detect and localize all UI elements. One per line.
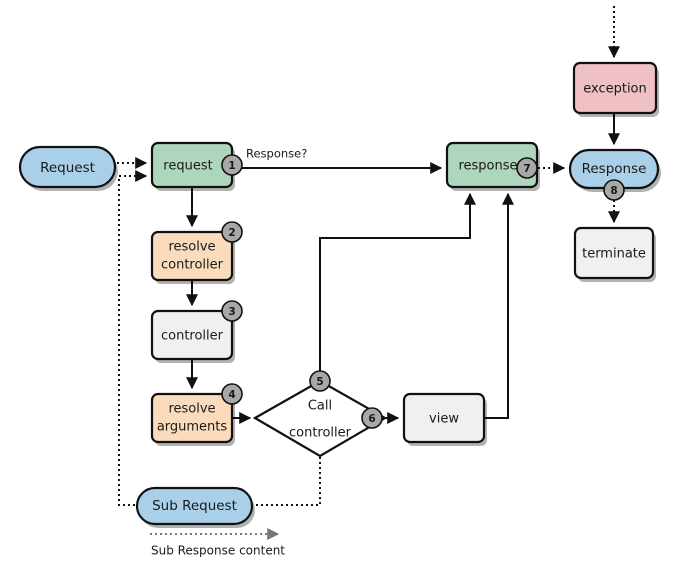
- edge-call-controller-to-response: [319, 192, 476, 372]
- response-box-label: response: [458, 159, 517, 174]
- response-oval-label: Response: [582, 161, 647, 177]
- flow-diagram-canvas: Request request resolve controller contr…: [18, 6, 661, 558]
- edge-sub-request-to-request-box: [118, 170, 148, 506]
- request-box-label: request: [163, 159, 212, 174]
- resolve-controller-label-line1: resolve: [168, 240, 215, 255]
- resolve-arguments-label-line1: resolve: [168, 402, 215, 417]
- flow-diagram: Request request resolve controller contr…: [0, 0, 685, 567]
- sub-response-content-label: Sub Response content: [151, 544, 285, 558]
- resolve-controller-label-line2: controller: [161, 258, 224, 273]
- view-label: view: [429, 412, 459, 427]
- badge-2-label: 2: [228, 227, 235, 239]
- response-question-label: Response?: [246, 147, 307, 161]
- badge-4-label: 4: [228, 389, 235, 401]
- terminate-label: terminate: [582, 247, 646, 262]
- badge-6-label: 6: [368, 413, 375, 425]
- exception-label: exception: [583, 82, 647, 97]
- badge-8-label: 8: [610, 185, 617, 197]
- badge-7-label: 7: [523, 163, 530, 175]
- badge-3-label: 3: [228, 306, 235, 318]
- sub-request-label: Sub Request: [152, 498, 237, 514]
- call-controller-label-line2: controller: [289, 426, 352, 441]
- controller-label: controller: [161, 329, 224, 344]
- badge-1-label: 1: [228, 160, 235, 172]
- call-controller-label-line1: Call: [308, 399, 332, 414]
- request-oval-label: Request: [40, 160, 95, 176]
- resolve-arguments-label-line2: arguments: [157, 420, 228, 435]
- edge-view-to-response: [485, 192, 514, 419]
- edge-call-controller-to-sub-request: [254, 457, 321, 506]
- badge-5-label: 5: [316, 376, 323, 388]
